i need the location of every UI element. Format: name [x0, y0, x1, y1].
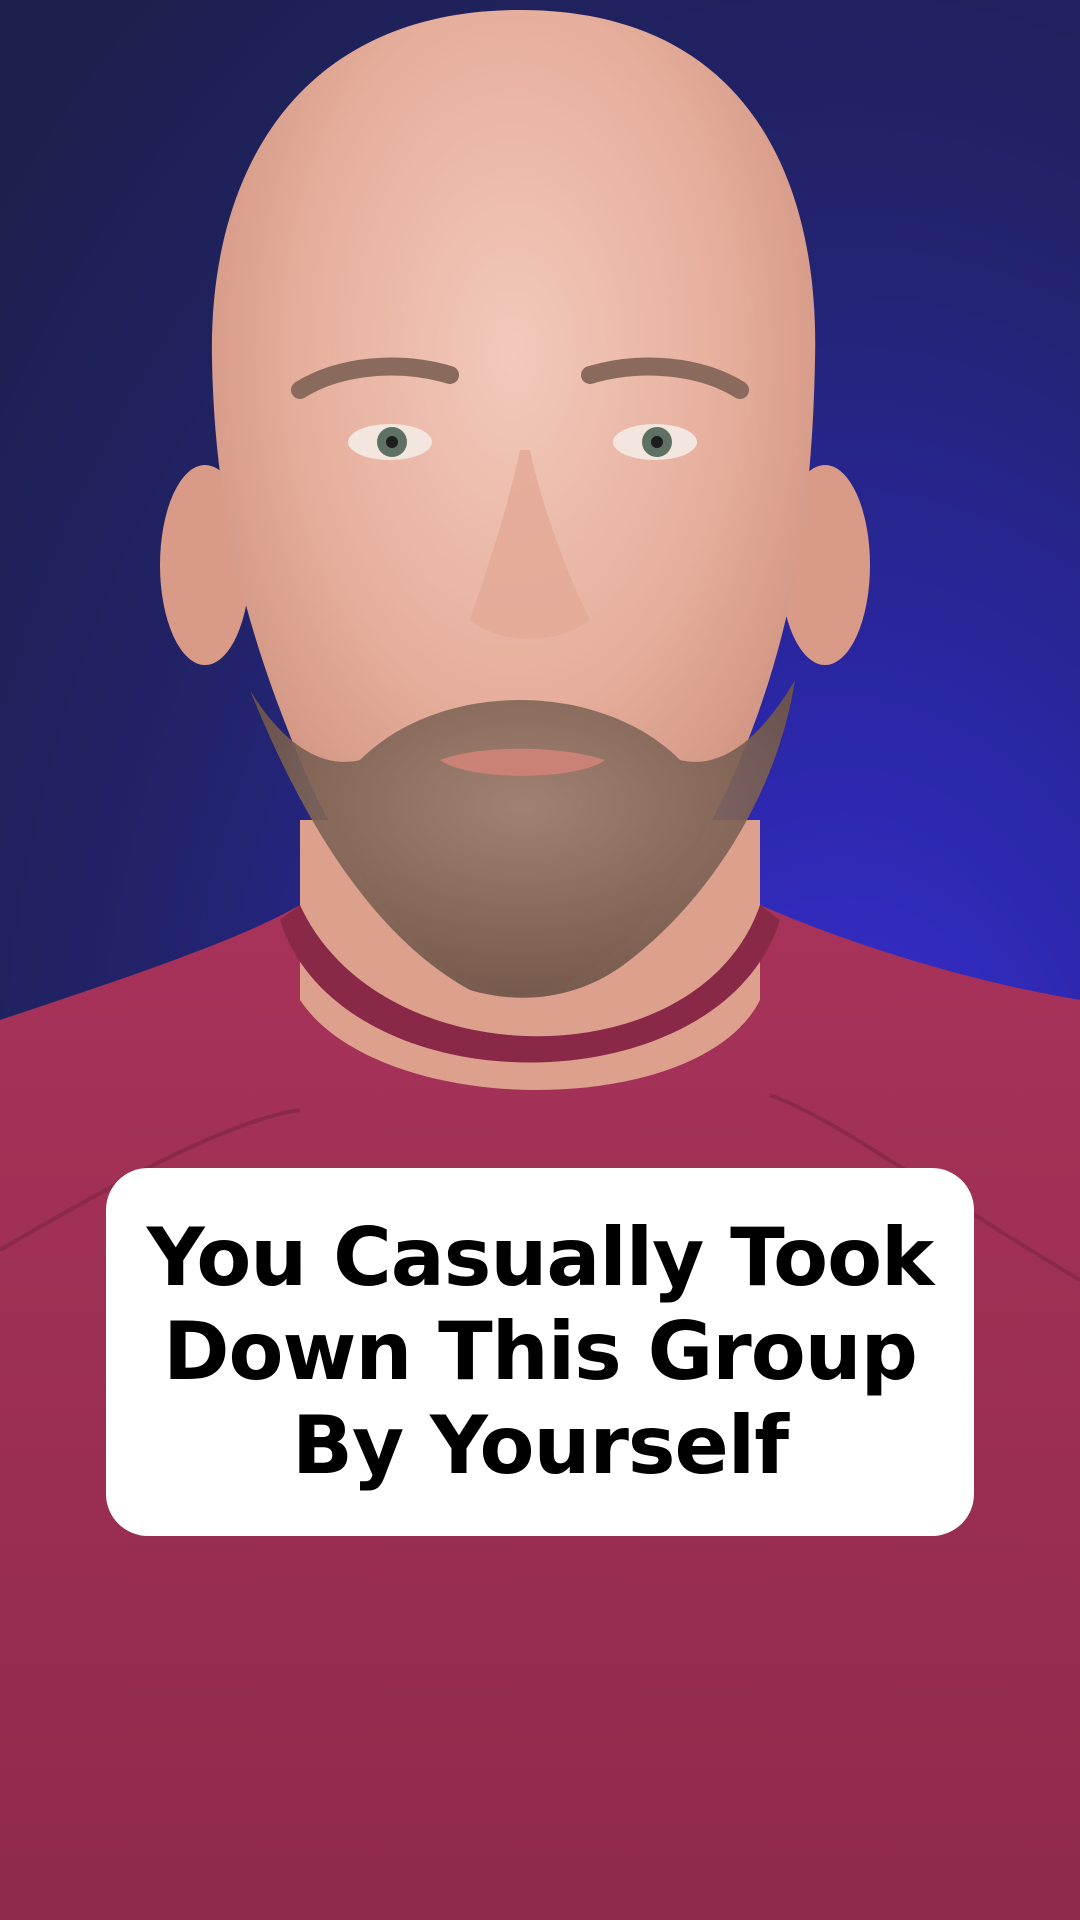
person-portrait-image	[0, 10, 1080, 1920]
video-frame: You Casually Took Down This Group By You…	[0, 0, 1080, 1920]
caption-box: You Casually Took Down This Group By You…	[106, 1168, 974, 1536]
caption-line-1: You Casually Took	[146, 1211, 935, 1304]
caption-line-2: Down This Group	[163, 1305, 918, 1398]
caption-line-3: By Yourself	[291, 1399, 789, 1492]
